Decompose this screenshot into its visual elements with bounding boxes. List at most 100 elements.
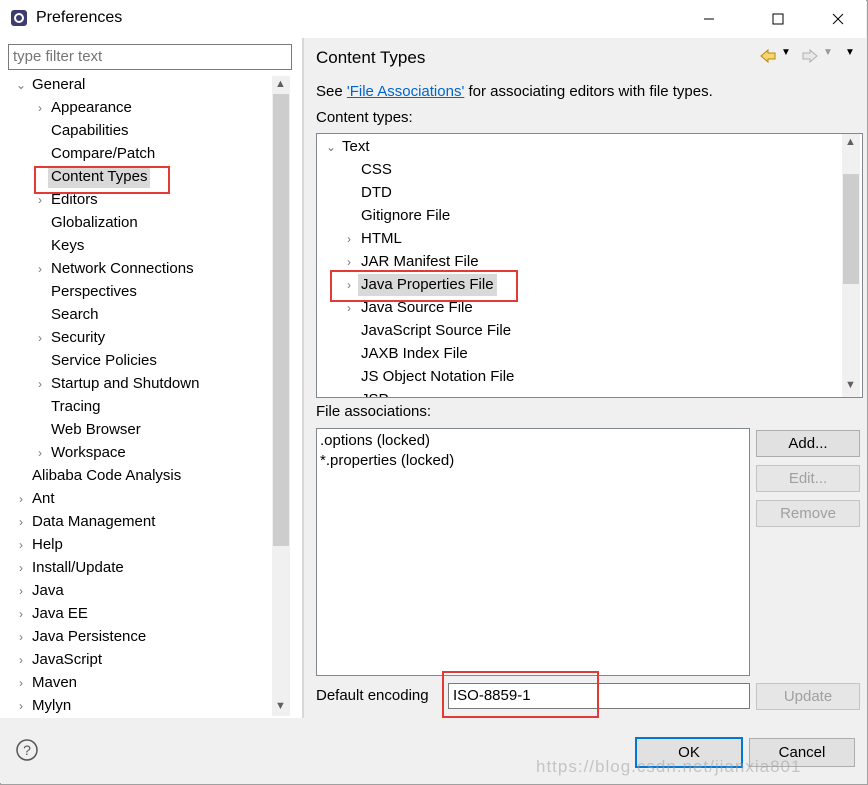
no-twisty bbox=[34, 120, 46, 142]
content-type-jsp[interactable]: JSP bbox=[361, 389, 389, 397]
see-prefix: See bbox=[316, 83, 347, 100]
collapsed-twisty-icon[interactable]: › bbox=[15, 511, 27, 533]
remove-button[interactable]: Remove bbox=[756, 500, 860, 527]
tree-item-mylyn[interactable]: Mylyn bbox=[32, 695, 71, 717]
ct-scroll-thumb[interactable] bbox=[843, 174, 859, 284]
content-type-text[interactable]: Text bbox=[342, 136, 370, 158]
content-type-jaxb-index-file[interactable]: JAXB Index File bbox=[361, 343, 468, 365]
file-association-item[interactable]: .options (locked) bbox=[320, 431, 430, 451]
file-associations-list[interactable]: .options (locked) *.properties (locked) bbox=[316, 428, 750, 676]
collapsed-twisty-icon[interactable]: › bbox=[15, 534, 27, 556]
collapsed-twisty-icon[interactable]: › bbox=[34, 327, 46, 349]
back-icon[interactable] bbox=[758, 46, 778, 66]
forward-menu-icon[interactable]: ▼ bbox=[823, 47, 833, 58]
tree-item-install-update[interactable]: Install/Update bbox=[32, 557, 124, 579]
collapsed-twisty-icon[interactable]: › bbox=[34, 373, 46, 395]
tree-item-tracing[interactable]: Tracing bbox=[51, 396, 100, 418]
collapsed-twisty-icon[interactable]: › bbox=[15, 626, 27, 648]
tree-item-compare-patch[interactable]: Compare/Patch bbox=[51, 143, 155, 165]
file-associations-link[interactable]: 'File Associations' bbox=[347, 83, 464, 100]
tree-item-service-policies[interactable]: Service Policies bbox=[51, 350, 157, 372]
back-menu-icon[interactable]: ▼ bbox=[781, 47, 791, 58]
collapsed-twisty-icon[interactable]: › bbox=[15, 580, 27, 602]
content-type-javascript-source-file[interactable]: JavaScript Source File bbox=[361, 320, 511, 342]
tree-item-data-management[interactable]: Data Management bbox=[32, 511, 155, 533]
tree-item-web-browser[interactable]: Web Browser bbox=[51, 419, 141, 441]
forward-icon[interactable] bbox=[800, 46, 820, 66]
ct-scroll-down-icon[interactable]: ▼ bbox=[842, 377, 859, 394]
tree-item-java-ee[interactable]: Java EE bbox=[32, 603, 88, 625]
view-menu-icon[interactable]: ▼ bbox=[845, 47, 855, 58]
no-twisty bbox=[34, 281, 46, 303]
file-association-item[interactable]: *.properties (locked) bbox=[320, 451, 454, 471]
tree-item-java[interactable]: Java bbox=[32, 580, 64, 602]
content-type-gitignore-file[interactable]: Gitignore File bbox=[361, 205, 450, 227]
tree-item-javascript[interactable]: JavaScript bbox=[32, 649, 102, 671]
collapsed-twisty-icon[interactable]: › bbox=[34, 97, 46, 119]
collapsed-twisty-icon[interactable]: › bbox=[343, 228, 355, 250]
close-icon bbox=[832, 13, 844, 25]
content-type-js-object-notation-file[interactable]: JS Object Notation File bbox=[361, 366, 514, 388]
content-type-dtd[interactable]: DTD bbox=[361, 182, 392, 204]
content-types-tree: ⌄ Text CSS DTD Gitignore File › HTML › JAR Manif… bbox=[316, 133, 863, 398]
see-suffix: for associating editors with file types. bbox=[464, 83, 713, 100]
tree-item-globalization[interactable]: Globalization bbox=[51, 212, 138, 234]
tree-item-help[interactable]: Help bbox=[32, 534, 63, 556]
default-encoding-label: Default encoding bbox=[316, 687, 429, 704]
tree-scroll-thumb[interactable] bbox=[273, 94, 289, 546]
ct-scroll-up-icon[interactable]: ▲ bbox=[842, 134, 859, 151]
no-twisty bbox=[343, 366, 355, 388]
tree-item-general[interactable]: General bbox=[32, 74, 85, 96]
no-twisty bbox=[343, 182, 355, 204]
maximize-button[interactable] bbox=[755, 0, 801, 38]
tree-item-network-connections[interactable]: Network Connections bbox=[51, 258, 194, 280]
edit-button[interactable]: Edit... bbox=[756, 465, 860, 492]
update-button[interactable]: Update bbox=[756, 683, 860, 710]
tree-item-workspace[interactable]: Workspace bbox=[51, 442, 126, 464]
collapsed-twisty-icon[interactable]: › bbox=[34, 258, 46, 280]
tree-item-appearance[interactable]: Appearance bbox=[51, 97, 132, 119]
minimize-icon bbox=[704, 18, 714, 20]
title-bar: Preferences bbox=[0, 0, 866, 38]
filter-field[interactable] bbox=[8, 44, 292, 70]
tree-item-startup-and-shutdown[interactable]: Startup and Shutdown bbox=[51, 373, 199, 395]
help-icon[interactable]: ? bbox=[15, 738, 39, 762]
tree-item-maven[interactable]: Maven bbox=[32, 672, 77, 694]
collapsed-twisty-icon[interactable]: › bbox=[15, 603, 27, 625]
watermark-text: https://blog.csdn.net/jianxia801 bbox=[536, 757, 802, 776]
filter-input[interactable] bbox=[9, 45, 285, 67]
collapsed-twisty-icon[interactable]: › bbox=[15, 649, 27, 671]
no-twisty bbox=[34, 419, 46, 441]
tree-scrollbar[interactable]: ▲ ▼ bbox=[272, 76, 290, 716]
collapsed-twisty-icon[interactable]: › bbox=[15, 488, 27, 510]
file-associations-label: File associations: bbox=[316, 403, 432, 420]
tree-item-capabilities[interactable]: Capabilities bbox=[51, 120, 129, 142]
collapsed-twisty-icon[interactable]: › bbox=[15, 557, 27, 579]
collapsed-twisty-icon[interactable]: › bbox=[15, 695, 27, 717]
content-type-html[interactable]: HTML bbox=[361, 228, 402, 250]
tree-item-java-persistence[interactable]: Java Persistence bbox=[32, 626, 146, 648]
expanded-twisty-icon[interactable]: ⌄ bbox=[15, 74, 27, 96]
collapsed-twisty-icon[interactable]: › bbox=[15, 672, 27, 694]
content-types-scrollbar[interactable]: ▲ ▼ bbox=[842, 134, 860, 397]
scroll-down-icon[interactable]: ▼ bbox=[272, 698, 289, 715]
content-types-highlight bbox=[34, 166, 170, 194]
tree-item-alibaba-code-analysis[interactable]: Alibaba Code Analysis bbox=[32, 465, 181, 487]
tree-item-ant[interactable]: Ant bbox=[32, 488, 55, 510]
svg-text:?: ? bbox=[23, 742, 31, 758]
close-button[interactable] bbox=[815, 0, 861, 38]
no-twisty bbox=[34, 143, 46, 165]
tree-item-security[interactable]: Security bbox=[51, 327, 105, 349]
no-twisty bbox=[34, 304, 46, 326]
no-twisty bbox=[34, 396, 46, 418]
add-button[interactable]: Add... bbox=[756, 430, 860, 457]
collapsed-twisty-icon[interactable]: › bbox=[34, 442, 46, 464]
tree-item-keys[interactable]: Keys bbox=[51, 235, 84, 257]
tree-item-search[interactable]: Search bbox=[51, 304, 99, 326]
window-title: Preferences bbox=[36, 9, 123, 26]
tree-item-perspectives[interactable]: Perspectives bbox=[51, 281, 137, 303]
minimize-button[interactable] bbox=[686, 0, 732, 38]
scroll-up-icon[interactable]: ▲ bbox=[272, 76, 289, 93]
expanded-twisty-icon[interactable]: ⌄ bbox=[325, 136, 337, 158]
content-type-css[interactable]: CSS bbox=[361, 159, 392, 181]
